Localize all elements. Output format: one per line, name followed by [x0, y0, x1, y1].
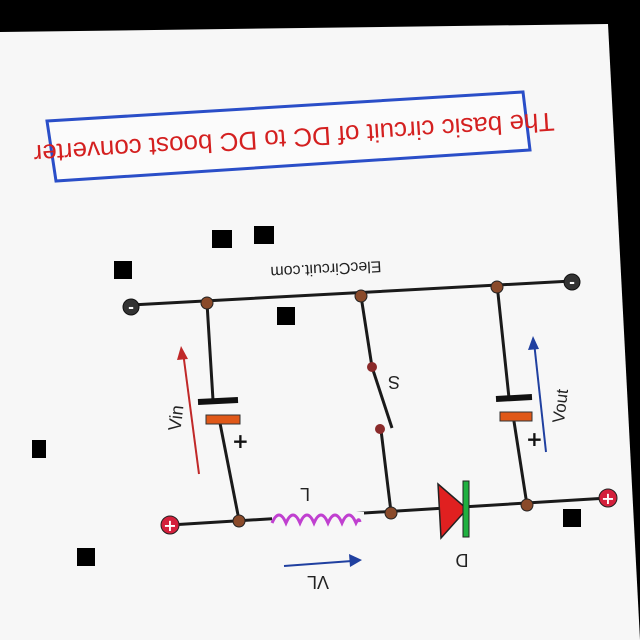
node — [232, 514, 246, 528]
vl-label: VL — [307, 572, 329, 592]
terminal-minus-icon: - — [128, 300, 134, 316]
node — [200, 296, 214, 310]
node — [384, 506, 398, 520]
diode-label: D — [456, 550, 469, 570]
vin-battery-plus: + — [232, 429, 249, 453]
terminal-plus-icon: + — [163, 516, 176, 535]
inductor-label: L — [300, 484, 310, 504]
terminal-plus-left: + — [160, 515, 180, 535]
node — [490, 280, 504, 294]
terminal-minus-icon: - — [569, 275, 575, 291]
switch-label: S — [388, 372, 400, 392]
vout-battery-plus: + — [526, 427, 543, 451]
node — [520, 498, 534, 512]
terminal-plus-right: + — [598, 488, 618, 508]
circuit-diagram: The basic circuit of DC to DC boost conv… — [0, 24, 640, 640]
terminal-plus-icon: + — [601, 489, 614, 508]
node — [354, 289, 368, 303]
vin-label: Vin — [165, 404, 188, 432]
